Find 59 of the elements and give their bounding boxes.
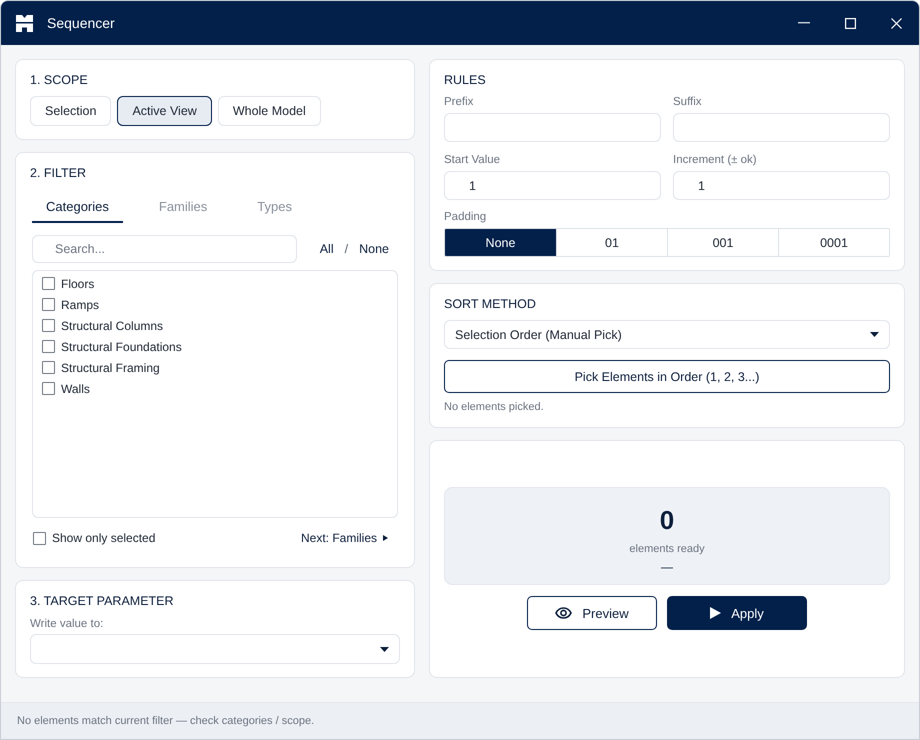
scope-button[interactable]: Selection bbox=[30, 96, 112, 126]
section-title: 3. TARGET PARAMETER bbox=[30, 593, 175, 609]
filter-tab[interactable]: Categories bbox=[32, 190, 123, 223]
scope-button[interactable]: Active View bbox=[117, 96, 212, 126]
field-label: Padding bbox=[444, 210, 488, 225]
checkbox[interactable] bbox=[42, 361, 55, 374]
field-label: Increment (± ok) bbox=[673, 153, 758, 168]
checkbox-label: Show only selected bbox=[52, 531, 156, 545]
checkbox[interactable] bbox=[42, 298, 55, 311]
text-field[interactable] bbox=[673, 113, 890, 142]
category-label: Structural Framing bbox=[61, 360, 160, 374]
checkbox[interactable] bbox=[42, 277, 55, 290]
pick-elements-button[interactable]: Pick Elements in Order (1, 2, 3...) bbox=[444, 360, 890, 393]
window-title: Sequencer bbox=[47, 15, 116, 31]
checkbox[interactable] bbox=[33, 532, 46, 544]
section-title: SORT METHOD bbox=[444, 296, 537, 312]
sort-dropdown[interactable]: Selection Order (Manual Pick) bbox=[444, 320, 890, 349]
logo-icon bbox=[16, 14, 33, 32]
padding-option[interactable]: None bbox=[445, 229, 556, 256]
triangle-right-icon bbox=[383, 535, 388, 541]
category-label: Structural Columns bbox=[61, 318, 164, 332]
text-field[interactable]: 1 bbox=[673, 171, 890, 200]
field-label: Prefix bbox=[444, 95, 474, 110]
count-caption: elements ready bbox=[629, 542, 705, 556]
close-icon bbox=[890, 18, 902, 28]
next-button[interactable]: Next: Families bbox=[300, 531, 388, 545]
checkbox[interactable] bbox=[42, 319, 55, 332]
status-note: No elements picked. bbox=[444, 400, 545, 414]
preview-button[interactable]: Preview bbox=[527, 596, 657, 630]
checkbox[interactable] bbox=[42, 382, 55, 395]
element-count: 0 bbox=[660, 505, 674, 535]
category-label: Structural Foundations bbox=[61, 340, 182, 354]
padding-option[interactable]: 0001 bbox=[778, 229, 889, 256]
category-label: Walls bbox=[61, 382, 90, 396]
play-icon bbox=[710, 607, 722, 619]
field-label: Suffix bbox=[673, 95, 703, 110]
field-label: Write value to: bbox=[30, 617, 104, 632]
maximize-icon bbox=[844, 18, 856, 28]
section-title: RULES bbox=[444, 72, 487, 88]
apply-button[interactable]: Apply bbox=[667, 596, 807, 630]
scope-button[interactable]: Whole Model bbox=[218, 96, 321, 126]
search-field[interactable]: Search... bbox=[32, 235, 297, 263]
category-label: Floors bbox=[61, 276, 94, 290]
checkbox[interactable] bbox=[42, 340, 55, 353]
select-all-link[interactable]: All bbox=[320, 242, 334, 256]
eye-icon bbox=[555, 607, 572, 619]
text-field[interactable]: 1 bbox=[444, 171, 661, 200]
category-label: Ramps bbox=[61, 298, 100, 312]
caret-down-icon bbox=[380, 646, 389, 652]
text-field[interactable] bbox=[444, 113, 661, 142]
caret-down-icon bbox=[870, 332, 879, 337]
section-title: 1. SCOPE bbox=[30, 72, 89, 88]
select-none-link[interactable]: None bbox=[359, 242, 389, 256]
section-title: 2. FILTER bbox=[30, 165, 88, 181]
field-label: Start Value bbox=[444, 153, 502, 168]
status-message: No elements match current filter — check categories / scope. bbox=[17, 715, 314, 727]
minimize-icon bbox=[798, 22, 810, 24]
summary-detail: — bbox=[661, 560, 673, 574]
separator-text: / bbox=[344, 242, 348, 256]
